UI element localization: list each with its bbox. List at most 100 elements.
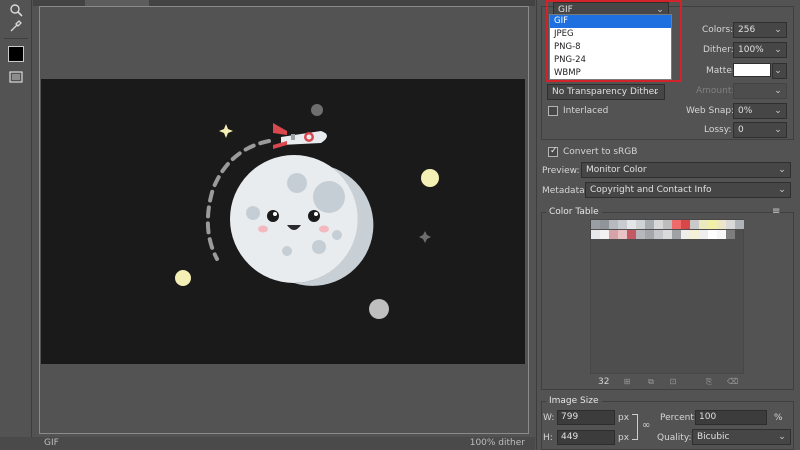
color-swatch[interactable] [600,220,609,229]
colors-select[interactable]: 256 ⌄ [733,22,787,38]
dither-label: Dither: [703,45,734,55]
color-swatch[interactable] [663,220,672,229]
matte-select[interactable]: ⌄ [772,63,787,79]
width-field[interactable]: 799 [557,410,615,425]
percent-label: Percent: [660,413,697,423]
eyedropper-color-swatch[interactable] [8,46,24,62]
rocket [273,123,327,149]
metadata-value: Copyright and Contact Info [590,185,712,195]
image-preview[interactable] [41,79,525,364]
convert-srgb-label: Convert to sRGB [563,147,638,157]
colors-label: Colors: [702,25,734,35]
lossy-label: Lossy: [704,125,732,135]
chevron-down-icon: ⌄ [778,185,786,195]
color-swatch[interactable] [699,220,708,229]
color-swatch[interactable] [672,230,681,239]
toggle-slices-icon[interactable] [6,67,26,87]
color-swatch[interactable] [708,230,717,239]
percent-field[interactable]: 100 [695,410,767,425]
color-swatch[interactable] [735,220,744,229]
color-swatch[interactable] [618,230,627,239]
chevron-down-icon: ⌄ [774,86,782,96]
save-for-web-window: GIF 100% dither GIF ⌄ Colors: 256 ⌄ Dith… [0,0,800,450]
color-swatch[interactable] [708,220,717,229]
transparency-dither-value: No Transparency Dither [552,87,658,97]
color-swatch[interactable] [717,230,726,239]
new-color-icon[interactable]: ⎘ [704,377,714,386]
web-snap-value: 0% [738,106,753,116]
link-icon[interactable]: ∞ [642,420,650,431]
status-dither: 100% dither [469,438,525,448]
color-swatch[interactable] [699,230,708,239]
color-table-menu-icon[interactable]: ≡ [772,206,780,217]
chevron-down-icon: ⌄ [774,66,782,76]
matte-color-swatch[interactable] [733,63,771,77]
color-swatch[interactable] [609,220,618,229]
height-field[interactable]: 449 [557,430,615,445]
eyedropper-tool-icon[interactable] [6,16,26,36]
color-swatch[interactable] [690,230,699,239]
color-table-swatches[interactable] [590,219,744,239]
color-swatch[interactable] [591,220,600,229]
color-swatch[interactable] [609,230,618,239]
height-unit: px [618,433,630,443]
transparency-dither-select[interactable]: No Transparency Dither ⌄ [547,84,665,100]
color-swatch[interactable] [672,220,681,229]
color-count: 32 [598,377,610,387]
chevron-down-icon: ⌄ [778,165,786,175]
quality-select[interactable]: Bicubic ⌄ [692,429,791,445]
amount-select: ⌄ [733,83,787,99]
highlight-annotation [546,0,682,82]
quality-label: Quality: [657,433,692,443]
chevron-down-icon: ⌄ [774,45,782,55]
color-swatch[interactable] [681,230,690,239]
status-bar: GIF 100% dither [0,437,535,450]
preview-select[interactable]: Monitor Color ⌄ [581,162,791,178]
color-swatch[interactable] [627,230,636,239]
colors-value: 256 [738,25,756,35]
preview-value: Monitor Color [586,165,647,175]
color-swatch[interactable] [627,220,636,229]
lock-color-icon[interactable]: ⊡ [668,377,678,386]
status-format: GIF [44,438,59,448]
color-swatch[interactable] [726,230,735,239]
metadata-label: Metadata: [542,186,588,196]
chevron-down-icon: ⌄ [778,432,786,442]
color-table-area[interactable] [590,219,744,374]
percent-unit: % [774,413,783,423]
constrain-bracket [632,414,638,440]
web-snap-select[interactable]: 0% ⌄ [733,103,787,119]
color-swatch[interactable] [618,220,627,229]
interlaced-checkbox[interactable] [548,106,558,116]
color-swatch[interactable] [591,230,600,239]
color-swatch[interactable] [690,220,699,229]
color-swatch[interactable] [726,220,735,229]
lossy-value: 0 [738,125,744,135]
preview-label: Preview: [542,166,580,176]
convert-srgb-checkbox[interactable] [548,146,558,157]
width-unit: px [618,413,630,423]
delete-color-icon[interactable]: ⌫ [727,377,738,386]
color-swatch[interactable] [717,220,726,229]
metadata-select[interactable]: Copyright and Contact Info ⌄ [585,182,791,198]
tools-panel [0,0,32,450]
color-swatch[interactable] [645,230,654,239]
dither-select[interactable]: 100% ⌄ [733,42,787,58]
chevron-down-icon: ⌄ [774,25,782,35]
color-swatch[interactable] [663,230,672,239]
color-swatch[interactable] [636,220,645,229]
color-swatch[interactable] [654,220,663,229]
color-swatch[interactable] [681,220,690,229]
chevron-down-icon: ⌄ [774,125,782,135]
web-shift-icon[interactable]: ⧉ [646,377,656,386]
color-swatch[interactable] [654,230,663,239]
quality-value: Bicubic [697,432,730,442]
map-to-transparent-icon[interactable]: ⊞ [622,377,632,386]
width-label: W: [543,413,555,423]
interlaced-label: Interlaced [563,106,609,116]
lossy-select[interactable]: 0 ⌄ [733,122,787,138]
color-swatch[interactable] [645,220,654,229]
color-swatch[interactable] [636,230,645,239]
matte-label: Matte: [706,66,735,76]
color-swatch[interactable] [600,230,609,239]
